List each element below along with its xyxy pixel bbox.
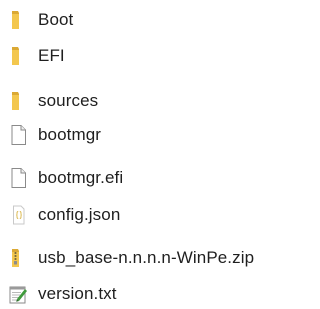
- file-name: EFI: [38, 46, 65, 65]
- file-name: bootmgr: [38, 125, 102, 144]
- json-file-icon: [6, 203, 30, 227]
- file-list: Boot EFI sources bootmgr bootmgr.efi con…: [0, 0, 299, 305]
- list-item-bootmgr-file[interactable]: bootmgr: [0, 120, 299, 150]
- folder-icon: [6, 89, 30, 113]
- list-item-config-json-file[interactable]: config.json: [0, 200, 299, 230]
- file-name: usb_base-n.n.n.n-WinPe.zip: [38, 248, 255, 267]
- list-item-efi-folder[interactable]: EFI: [0, 41, 299, 71]
- file-name: bootmgr.efi: [38, 168, 124, 187]
- text-file-icon: [6, 282, 30, 306]
- file-name: version.txt: [38, 284, 117, 303]
- folder-icon: [6, 8, 30, 32]
- file-icon: [6, 166, 30, 190]
- list-item-sources-folder[interactable]: sources: [0, 86, 299, 116]
- file-name: Boot: [38, 10, 74, 29]
- list-item-bootmgr-efi-file[interactable]: bootmgr.efi: [0, 163, 299, 193]
- folder-icon: [6, 44, 30, 68]
- file-name: config.json: [38, 205, 121, 224]
- list-item-winpe-zip-file[interactable]: usb_base-n.n.n.n-WinPe.zip: [0, 243, 299, 273]
- zip-archive-icon: [6, 246, 30, 270]
- list-item-boot-folder[interactable]: Boot: [0, 5, 299, 35]
- file-icon: [6, 123, 30, 147]
- file-name: sources: [38, 91, 99, 110]
